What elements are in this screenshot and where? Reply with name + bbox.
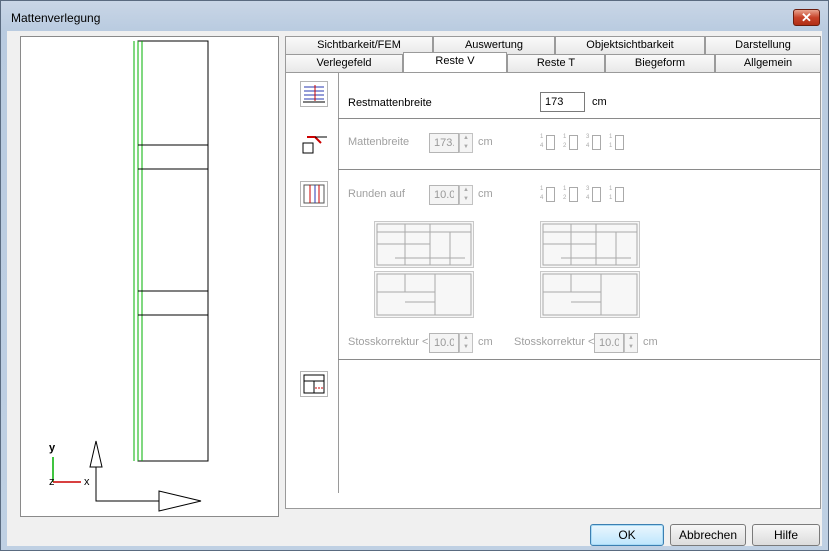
- separator-2: [338, 169, 820, 170]
- runden-auf-label: Runden auf: [348, 188, 405, 200]
- stosskorrektur-right-spinner[interactable]: ▲ ▼: [624, 333, 638, 353]
- stosskorrektur-right-unit: cm: [643, 336, 658, 348]
- close-button[interactable]: ✕: [793, 9, 820, 26]
- round-fraction-1-2-icon[interactable]: 12: [563, 186, 581, 204]
- stoss-diagram-bottom-left: [374, 271, 474, 318]
- restmattenbreite-unit: cm: [592, 96, 607, 108]
- tab-objektsichtbarkeit[interactable]: Objektsichtbarkeit: [555, 36, 705, 54]
- stosskorrektur-left-input[interactable]: [429, 333, 459, 353]
- runden-auf-unit: cm: [478, 188, 493, 200]
- stosskorrektur-left-label: Stosskorrektur <: [348, 336, 429, 348]
- mattenbreite-unit: cm: [478, 136, 493, 148]
- tab-verlegefeld[interactable]: Verlegefeld: [285, 54, 403, 72]
- tab-panel-reste-v: Restmattenbreite cm Mattenbreite ▲▼ cm 1…: [285, 72, 821, 509]
- runden-auf-spinner[interactable]: ▲ ▼: [459, 185, 473, 205]
- stosskorrektur-left-spinner[interactable]: ▲ ▼: [459, 333, 473, 353]
- mattenbreite-icon: [300, 128, 328, 154]
- axis-x-label: x: [84, 476, 90, 488]
- ok-button[interactable]: OK: [590, 524, 664, 546]
- stosskorrektur-left-unit: cm: [478, 336, 493, 348]
- runden-icon: [300, 181, 328, 207]
- stosskorrektur-right-input[interactable]: [594, 333, 624, 353]
- fraction-1-2-icon[interactable]: 12: [563, 134, 581, 152]
- stosskorrektur-right-label: Stosskorrektur <: [514, 336, 595, 348]
- title-bar[interactable]: Mattenverlegung ✕: [1, 1, 828, 31]
- preview-pane: y z x: [20, 36, 279, 517]
- stoss-diagram-top-left: [374, 221, 474, 268]
- fraction-1-1-icon[interactable]: 11: [609, 134, 627, 152]
- dialog-window: Mattenverlegung ✕ y z x Sichtbarkeit/FEM…: [0, 0, 829, 551]
- cancel-button[interactable]: Abbrechen: [670, 524, 746, 546]
- help-button[interactable]: Hilfe: [752, 524, 820, 546]
- mattenbreite-spinner[interactable]: ▲ ▼: [459, 133, 473, 153]
- stoss-diagram-top-right: [540, 221, 640, 268]
- dialog-client: y z x Sichtbarkeit/FEM Auswertung Objekt…: [7, 31, 822, 546]
- tab-control: Sichtbarkeit/FEM Auswertung Objektsichtb…: [285, 36, 821, 513]
- stoss-diagram-bottom-right: [540, 271, 640, 318]
- round-fraction-1-1-icon[interactable]: 11: [609, 186, 627, 204]
- runden-auf-input[interactable]: [429, 185, 459, 205]
- tab-reste-v[interactable]: Reste V: [403, 52, 507, 72]
- round-fraction-3-4-icon[interactable]: 34: [586, 186, 604, 204]
- mattenbreite-label: Mattenbreite: [348, 136, 410, 148]
- tab-biegeform[interactable]: Biegeform: [605, 54, 715, 72]
- separator-1: [338, 118, 820, 119]
- panel-divider: [338, 73, 339, 493]
- fraction-1-4-icon[interactable]: 14: [540, 134, 558, 152]
- mattenbreite-input[interactable]: [429, 133, 459, 153]
- window-title: Mattenverlegung: [11, 11, 101, 25]
- axis-y-label: y: [49, 442, 56, 454]
- matten-layout-icon: [300, 371, 328, 397]
- restmattenbreite-label: Restmattenbreite: [348, 97, 432, 109]
- separator-3: [338, 359, 820, 360]
- tab-reste-t[interactable]: Reste T: [507, 54, 605, 72]
- mat-layout-drawing: [52, 40, 209, 512]
- restmattenbreite-input[interactable]: [540, 92, 585, 112]
- restmatten-icon: [300, 81, 328, 107]
- fraction-3-4-icon[interactable]: 34: [586, 134, 604, 152]
- axis-z-label: z: [49, 476, 55, 488]
- close-icon: ✕: [801, 10, 812, 25]
- round-fraction-1-4-icon[interactable]: 14: [540, 186, 558, 204]
- tab-allgemein[interactable]: Allgemein: [715, 54, 821, 72]
- tab-darstellung[interactable]: Darstellung: [705, 36, 821, 54]
